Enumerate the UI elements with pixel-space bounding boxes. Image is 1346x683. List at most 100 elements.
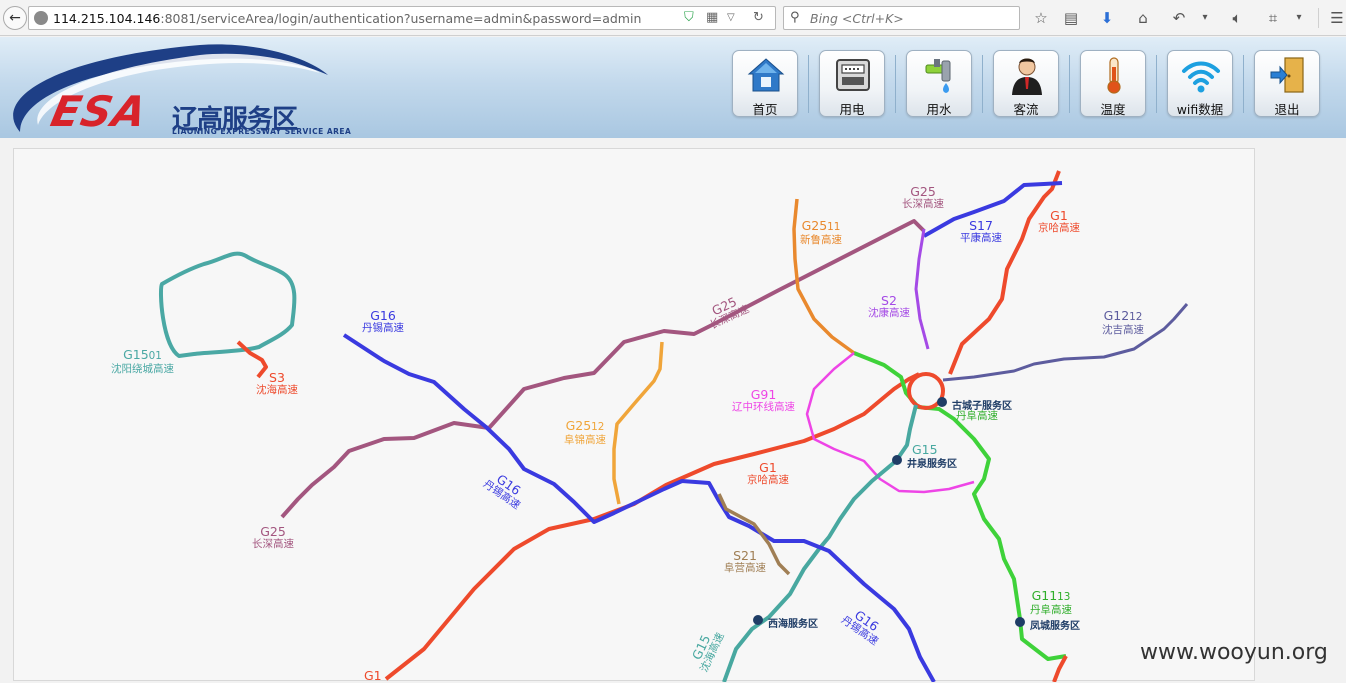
back-arrow-icon[interactable]: ←: [3, 6, 27, 30]
service-area-dot: [892, 455, 902, 465]
chevron-down-icon[interactable]: ▾: [1194, 7, 1216, 29]
road-code-suffix: 12: [1129, 311, 1143, 323]
road-label-g1212[interactable]: G1212 沈吉高速: [1102, 309, 1144, 337]
wifi-icon: [1182, 61, 1220, 93]
road-g15: [722, 404, 918, 682]
nav-divider: [982, 55, 983, 113]
road-label-g2511[interactable]: G2511 新鲁高速: [800, 219, 842, 247]
road-label-s17[interactable]: S17 平康高速: [960, 219, 1002, 245]
road-label-s2[interactable]: S2 沈康高速: [868, 294, 910, 320]
site-header: ESA 辽高服务区 LIAONING EXPRESSWAY SERVICE AR…: [0, 37, 1346, 138]
road-label-g1-south[interactable]: G1: [364, 669, 382, 682]
road-code: S3: [269, 370, 285, 385]
road-name: 沈吉高速: [1102, 324, 1144, 336]
url-text[interactable]: 114.215.104.146:8081/serviceArea/login/a…: [53, 11, 641, 26]
road-label-s21[interactable]: S21 阜营高速: [724, 549, 766, 575]
search-bar[interactable]: ⚲ Bing <Ctrl+K>: [783, 6, 1020, 30]
service-area-dot: [1015, 617, 1025, 627]
road-label-s3[interactable]: S3 沈海高速: [256, 371, 298, 397]
road-code: G91: [750, 387, 777, 402]
road-label-g25-north[interactable]: G25 长深高速: [902, 185, 944, 211]
nav-button-home[interactable]: 首页: [732, 50, 798, 117]
road-label-g1501[interactable]: G1501 沈阳绕城高速: [111, 348, 174, 376]
nav-button-water[interactable]: 用水: [906, 50, 972, 117]
crop-icon[interactable]: ⌗: [1262, 7, 1284, 29]
dropdown-arrow-icon[interactable]: ▽: [727, 10, 735, 26]
reading-list-icon[interactable]: ▤: [1060, 7, 1082, 29]
nav-button-wifi[interactable]: wifi数据: [1167, 50, 1233, 117]
service-area-dot: [937, 397, 947, 407]
road-label-g1-mid[interactable]: G1 京哈高速: [747, 461, 789, 487]
road-name: 沈康高速: [868, 307, 910, 319]
road-code: G16: [370, 308, 396, 323]
home-icon: [747, 58, 785, 92]
road-code: G25: [260, 524, 286, 539]
thermometer-icon: [1107, 57, 1121, 94]
service-area-label[interactable]: 凤城服务区: [1030, 617, 1080, 632]
esa-logo[interactable]: ESA 辽高服务区 LIAONING EXPRESSWAY SERVICE AR…: [0, 37, 360, 138]
logo-english-subtitle: LIAONING EXPRESSWAY SERVICE AREA: [172, 127, 352, 136]
service-area-label[interactable]: 古城子服务区: [952, 397, 1012, 412]
nav-divider: [895, 55, 896, 113]
speaker-icon[interactable]: 🔈︎: [1226, 7, 1248, 29]
road-g1212: [942, 303, 1189, 382]
watermark-text: www.wooyun.org: [1140, 640, 1328, 665]
road-code: G1: [759, 460, 777, 475]
nav-label: 退出: [1274, 102, 1300, 117]
road-label-g91[interactable]: G91 辽中环线高速: [732, 388, 795, 414]
road-name: 阜营高速: [724, 562, 766, 574]
road-label-g1113[interactable]: G1113 丹阜高速: [1030, 589, 1072, 617]
road-label-g25-south[interactable]: G25 长深高速: [252, 525, 294, 551]
road-label-g16-west[interactable]: G16 丹锡高速: [362, 309, 404, 335]
road-name: 沈阳绕城高速: [111, 363, 174, 375]
nav-label: 用水: [926, 102, 952, 117]
qr-code-icon[interactable]: ▦: [706, 10, 718, 26]
home-icon[interactable]: ⌂: [1132, 7, 1154, 29]
person-icon: [1012, 58, 1042, 95]
nav-label: 温度: [1100, 102, 1126, 117]
road-code: G1: [364, 668, 382, 683]
url-path: :8081/serviceArea/login/authentication?u…: [160, 11, 642, 26]
nav-divider: [1069, 55, 1070, 113]
nav-label: 客流: [1013, 102, 1039, 117]
download-icon[interactable]: ⬇: [1096, 7, 1118, 29]
menu-icon[interactable]: ☰: [1326, 7, 1346, 29]
bookmark-star-icon[interactable]: ☆: [1030, 7, 1052, 29]
service-area-label[interactable]: 井泉服务区: [907, 455, 957, 470]
road-name: 京哈高速: [747, 474, 789, 486]
service-area-label[interactable]: 西海服务区: [768, 615, 818, 630]
nav-button-passenger-flow[interactable]: 客流: [993, 50, 1059, 117]
road-name: 长深高速: [252, 538, 294, 550]
shield-icon[interactable]: ⛉: [684, 10, 694, 26]
road-g2512: [612, 341, 664, 505]
road-name: 京哈高速: [1038, 222, 1080, 234]
logo-esa-text: ESA: [46, 87, 152, 136]
chevron-down-icon[interactable]: ▾: [1288, 7, 1310, 29]
road-name: 沈海高速: [256, 384, 298, 396]
nav-button-electric[interactable]: 用电: [819, 50, 885, 117]
road-code-suffix: 11: [827, 221, 841, 233]
nav-divider: [1243, 55, 1244, 113]
road-g1: [384, 372, 920, 681]
search-input[interactable]: Bing <Ctrl+K>: [810, 11, 904, 26]
road-code: S17: [969, 218, 993, 233]
reload-icon[interactable]: ↻: [753, 10, 764, 26]
road-name: 丹阜高速: [1030, 604, 1072, 616]
road-code-suffix: 13: [1057, 591, 1071, 603]
address-bar[interactable]: 114.215.104.146:8081/serviceArea/login/a…: [28, 6, 776, 30]
road-code-suffix: 01: [148, 350, 162, 362]
road-label-g2512[interactable]: G2512 阜锦高速: [564, 419, 606, 447]
nav-divider: [808, 55, 809, 113]
undo-icon[interactable]: ↶: [1168, 7, 1190, 29]
expressway-map[interactable]: G25 长深高速 G2511 新鲁高速 S17 平康高速 G1 京哈高速 S2 沈康高速 …: [13, 148, 1255, 682]
nav-button-logout[interactable]: 退出: [1254, 50, 1320, 117]
road-name: 阜锦高速: [564, 434, 606, 446]
nav-button-temperature[interactable]: 温度: [1080, 50, 1146, 117]
road-label-g1-north[interactable]: G1 京哈高速: [1038, 209, 1080, 235]
road-code: G1: [1050, 208, 1068, 223]
nav-divider: [1156, 55, 1157, 113]
road-s2: [914, 228, 930, 350]
road-code: G25: [565, 418, 592, 433]
road-code: G25: [801, 218, 828, 233]
nav-label: 用电: [839, 102, 865, 117]
